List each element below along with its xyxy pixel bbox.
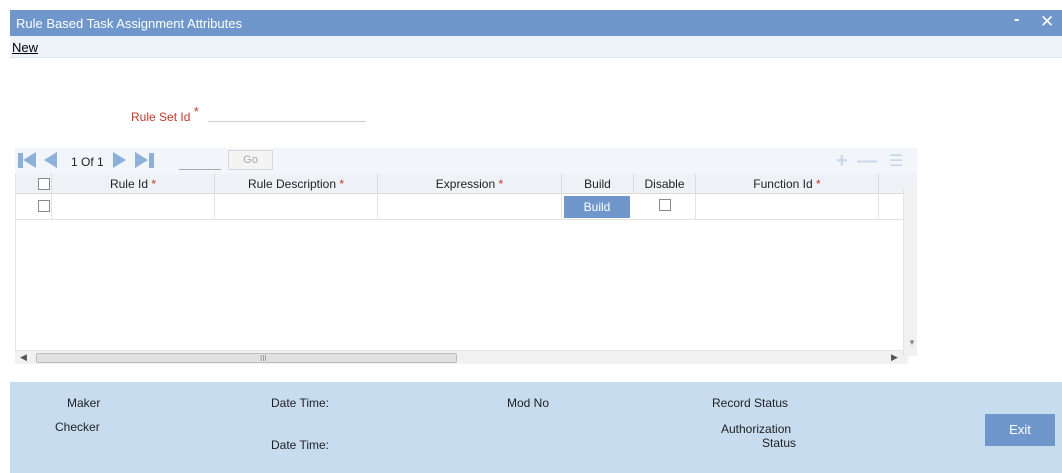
- required-star: *: [339, 177, 345, 191]
- mod-no-label: Mod No: [507, 396, 550, 410]
- header-rule-id[interactable]: Rule Id *: [52, 174, 215, 194]
- add-row-icon[interactable]: +: [836, 151, 848, 171]
- checker-date-time-label: Date Time:: [271, 438, 330, 452]
- authorization-status-label-1: Authorization: [721, 422, 792, 436]
- disable-checkbox[interactable]: [659, 199, 671, 211]
- header-expression-label: Expression: [435, 177, 496, 191]
- header-disable[interactable]: Disable: [634, 174, 696, 194]
- grid-toolbar: 1 Of 1 Go + — ☰: [15, 148, 917, 174]
- maker-label: Maker: [67, 396, 101, 410]
- list-view-icon[interactable]: ☰: [889, 152, 903, 172]
- prev-page-icon[interactable]: [44, 152, 57, 168]
- page-number-input[interactable]: [179, 152, 221, 170]
- menu-bar: New: [10, 36, 1062, 58]
- grid-header: Rule Id * Rule Description * Expression …: [16, 174, 917, 194]
- build-button[interactable]: Build: [564, 196, 630, 218]
- header-function-id[interactable]: Function Id *: [696, 174, 879, 194]
- rule-set-id-label: Rule Set Id *: [131, 104, 199, 124]
- rule-id-cell[interactable]: [52, 194, 215, 220]
- required-mark: *: [193, 104, 199, 119]
- record-status-label: Record Status: [712, 396, 789, 410]
- expression-cell[interactable]: [378, 194, 562, 220]
- header-build-label: Build: [584, 177, 611, 191]
- rule-description-cell[interactable]: [215, 194, 378, 220]
- vertical-scrollbar[interactable]: ▼: [903, 188, 917, 356]
- rule-set-id-input[interactable]: [208, 102, 366, 122]
- rules-grid: Rule Id * Rule Description * Expression …: [15, 174, 917, 354]
- scroll-right-icon[interactable]: ▶: [891, 352, 898, 363]
- header-rule-description[interactable]: Rule Description *: [215, 174, 378, 194]
- header-function-id-label: Function Id: [753, 177, 813, 191]
- scroll-left-icon[interactable]: ◀: [20, 352, 27, 363]
- required-star: *: [816, 177, 821, 191]
- header-rule-description-label: Rule Description: [247, 177, 337, 191]
- table-row: Build: [16, 194, 917, 220]
- function-id-cell[interactable]: [696, 194, 879, 220]
- horizontal-scrollbar[interactable]: ◀ III ▶: [15, 350, 908, 364]
- rule-set-id-label-text: Rule Set Id: [131, 110, 191, 124]
- go-button[interactable]: Go: [228, 150, 273, 170]
- close-icon[interactable]: ✕: [1040, 12, 1054, 32]
- scroll-down-icon[interactable]: ▼: [908, 338, 916, 347]
- scroll-grip: III: [260, 354, 267, 363]
- audit-footer: Maker Date Time: Mod No Record Status Ch…: [10, 382, 1062, 473]
- header-build[interactable]: Build: [562, 174, 634, 194]
- horizontal-scroll-thumb[interactable]: III: [36, 353, 457, 363]
- minimize-icon[interactable]: -: [1014, 11, 1019, 29]
- disable-cell: [634, 194, 696, 220]
- last-page-bar[interactable]: [149, 153, 154, 168]
- header-rule-id-label: Rule Id: [109, 177, 148, 191]
- header-expression[interactable]: Expression *: [378, 174, 562, 194]
- window-title: Rule Based Task Assignment Attributes: [16, 16, 242, 31]
- last-page-icon[interactable]: [135, 152, 148, 168]
- pager-text: 1 Of 1: [71, 155, 104, 169]
- exit-button[interactable]: Exit: [985, 414, 1055, 446]
- authorization-status-label-2: Status: [762, 436, 797, 450]
- required-star: *: [498, 177, 504, 191]
- delete-row-icon[interactable]: —: [857, 151, 877, 171]
- main-content: Rule Set Id * 1 Of 1 Go + — ☰ Rule Id * …: [10, 58, 1062, 382]
- maker-date-time-label: Date Time:: [271, 396, 330, 410]
- window-titlebar: Rule Based Task Assignment Attributes - …: [10, 10, 1062, 36]
- checker-label: Checker: [55, 420, 100, 434]
- new-link[interactable]: New: [12, 40, 38, 55]
- required-star: *: [151, 177, 157, 191]
- select-all-checkbox[interactable]: [38, 178, 50, 190]
- header-disable-label: Disable: [644, 177, 685, 191]
- row-select-checkbox[interactable]: [38, 200, 50, 212]
- header-select-cell: [16, 174, 52, 194]
- next-page-icon[interactable]: [113, 152, 126, 168]
- first-page-icon[interactable]: [23, 152, 36, 168]
- row-select-cell: [16, 194, 52, 220]
